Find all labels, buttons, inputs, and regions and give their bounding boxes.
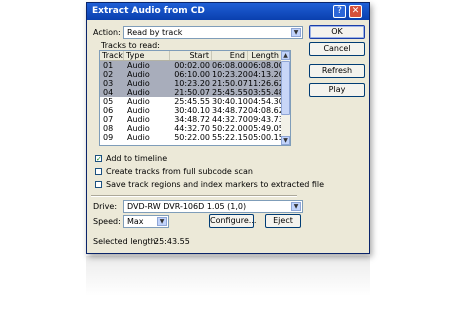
- tracks-scrollbar[interactable]: ▲ ▼: [281, 51, 290, 145]
- table-cell: Audio: [127, 70, 150, 79]
- chevron-down-icon[interactable]: ▼: [291, 202, 301, 211]
- table-row[interactable]: 02 Audio 06:10.00 10:23.20 04:13.20: [100, 70, 284, 79]
- table-cell: 25:45.55: [212, 88, 248, 97]
- table-cell: 06: [103, 106, 114, 115]
- action-label: Action:: [93, 28, 121, 37]
- table-row[interactable]: 08 Audio 44:32.70 50:22.00 05:49.05: [100, 124, 284, 133]
- table-cell: Audio: [127, 106, 150, 115]
- table-cell: 10:23.20: [174, 79, 210, 88]
- save-regions-label: Save track regions and index markers to …: [106, 180, 325, 189]
- subcode-scan-label: Create tracks from full subcode scan: [106, 167, 253, 176]
- cancel-button[interactable]: Cancel: [309, 42, 365, 56]
- table-cell: 00:02.00: [174, 61, 210, 70]
- save-regions-checkbox[interactable]: [95, 181, 102, 188]
- action-value: Read by track: [127, 28, 183, 37]
- scroll-up-icon[interactable]: ▲: [281, 51, 290, 60]
- table-cell: 05: [103, 97, 114, 106]
- table-cell: 06:10.00: [174, 70, 210, 79]
- table-cell: 04:08.62: [248, 106, 284, 115]
- dialog-title: Extract Audio from CD: [92, 6, 205, 16]
- table-cell: Audio: [127, 115, 150, 124]
- subcode-scan-checkbox[interactable]: [95, 168, 102, 175]
- tracks-header: Track Type Start End Length: [100, 51, 282, 61]
- table-cell: 30:40.10: [174, 106, 210, 115]
- tracks-label: Tracks to read:: [101, 41, 160, 50]
- add-to-timeline-checkbox[interactable]: ✓: [95, 155, 102, 163]
- drive-label: Drive:: [93, 202, 118, 211]
- help-button[interactable]: ?: [333, 5, 346, 18]
- column-header[interactable]: End: [212, 51, 248, 60]
- action-dropdown[interactable]: Read by track ▼: [123, 26, 303, 39]
- table-cell: 25:45.55: [174, 97, 210, 106]
- table-cell: 05:00.15: [248, 133, 284, 142]
- table-cell: 03:55.48: [248, 88, 284, 97]
- table-row[interactable]: 04 Audio 21:50.07 25:45.55 03:55.48: [100, 88, 284, 97]
- table-row[interactable]: 05 Audio 25:45.55 30:40.10 04:54.30: [100, 97, 284, 106]
- eject-button[interactable]: Eject: [265, 214, 301, 228]
- column-header[interactable]: Type: [124, 51, 170, 60]
- refresh-button[interactable]: Refresh: [309, 64, 365, 78]
- table-cell: Audio: [127, 133, 150, 142]
- table-cell: Audio: [127, 97, 150, 106]
- table-row[interactable]: 01 Audio 00:02.00 06:08.00 06:08.00: [100, 61, 284, 70]
- table-cell: 09: [103, 133, 114, 142]
- table-cell: 50:22.00: [174, 133, 210, 142]
- column-header[interactable]: Start: [170, 51, 212, 60]
- scroll-thumb[interactable]: [281, 61, 290, 115]
- table-cell: Audio: [127, 88, 150, 97]
- table-cell: 21:50.07: [212, 79, 248, 88]
- add-to-timeline-label: Add to timeline: [106, 154, 168, 163]
- table-row[interactable]: 09 Audio 50:22.00 55:22.15 05:00.15: [100, 133, 284, 142]
- column-header[interactable]: Length: [248, 51, 282, 60]
- table-cell: 34:48.72: [174, 115, 210, 124]
- table-cell: 21:50.07: [174, 88, 210, 97]
- table-cell: Audio: [127, 61, 150, 70]
- table-cell: 04:13.20: [248, 70, 284, 79]
- table-cell: Audio: [127, 124, 150, 133]
- table-cell: Audio: [127, 79, 150, 88]
- drive-dropdown[interactable]: DVD-RW DVR-106D 1.05 (1,0) ▼: [123, 200, 303, 213]
- table-row[interactable]: 07 Audio 34:48.72 44:32.70 09:43.73: [100, 115, 284, 124]
- chevron-down-icon[interactable]: ▼: [157, 217, 167, 226]
- table-cell: 04:54.30: [248, 97, 284, 106]
- column-header[interactable]: Track: [100, 51, 124, 60]
- table-cell: 08: [103, 124, 114, 133]
- scroll-down-icon[interactable]: ▼: [281, 136, 290, 145]
- table-cell: 09:43.73: [248, 115, 284, 124]
- table-cell: 10:23.20: [212, 70, 248, 79]
- play-button[interactable]: Play: [309, 83, 365, 97]
- divider: [91, 195, 297, 197]
- speed-label: Speed:: [93, 217, 121, 226]
- table-cell: 55:22.15: [212, 133, 248, 142]
- drive-value: DVD-RW DVR-106D 1.05 (1,0): [127, 202, 247, 211]
- table-row[interactable]: 03 Audio 10:23.20 21:50.07 11:26.62: [100, 79, 284, 88]
- close-button[interactable]: ✕: [349, 5, 362, 18]
- dialog-reflection: [86, 256, 370, 296]
- extract-audio-dialog: Extract Audio from CD ? ✕ Action: Read b…: [86, 2, 370, 254]
- table-cell: 04: [103, 88, 114, 97]
- table-cell: 06:08.00: [248, 61, 284, 70]
- tracks-list[interactable]: Track Type Start End Length 01 Audio 00:02…: [99, 50, 291, 146]
- table-cell: 11:26.62: [248, 79, 284, 88]
- table-cell: 44:32.70: [174, 124, 210, 133]
- table-cell: 01: [103, 61, 114, 70]
- table-row[interactable]: 06 Audio 30:40.10 34:48.72 04:08.62: [100, 106, 284, 115]
- table-cell: 06:08.00: [212, 61, 248, 70]
- table-cell: 30:40.10: [212, 97, 248, 106]
- table-cell: 44:32.70: [212, 115, 248, 124]
- selected-length-value: 25:43.55: [154, 237, 190, 246]
- table-cell: 02: [103, 70, 114, 79]
- ok-button[interactable]: OK: [309, 25, 365, 39]
- selected-length-label: Selected length:: [93, 237, 159, 246]
- table-cell: 50:22.00: [212, 124, 248, 133]
- table-cell: 05:49.05: [248, 124, 284, 133]
- title-bar[interactable]: Extract Audio from CD ? ✕: [87, 3, 369, 20]
- table-cell: 34:48.72: [212, 106, 248, 115]
- speed-dropdown[interactable]: Max ▼: [123, 215, 169, 228]
- configure-button[interactable]: Configure...: [209, 214, 256, 228]
- speed-value: Max: [127, 217, 144, 226]
- table-cell: 07: [103, 115, 114, 124]
- chevron-down-icon[interactable]: ▼: [291, 28, 301, 37]
- table-cell: 03: [103, 79, 114, 88]
